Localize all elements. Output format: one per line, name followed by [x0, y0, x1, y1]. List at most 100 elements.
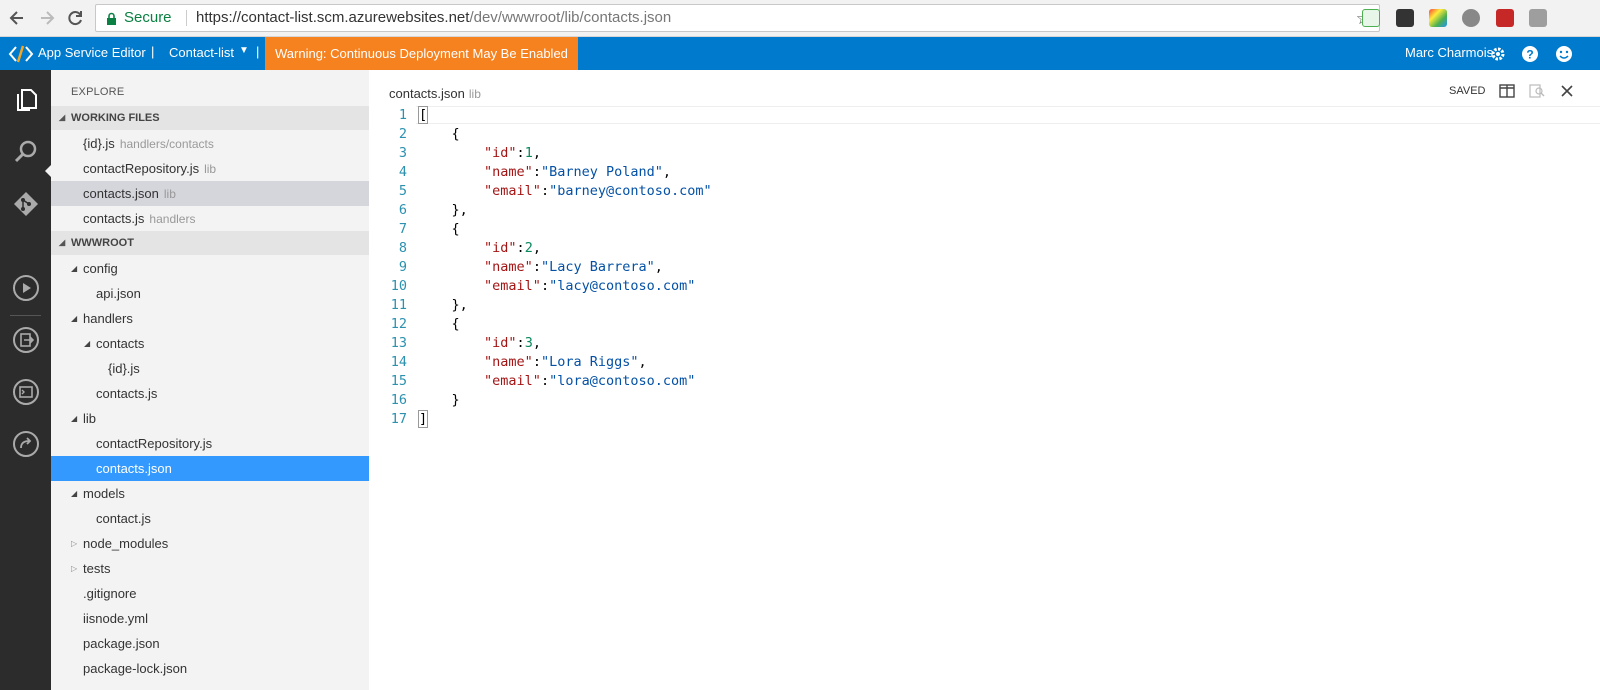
tree-folder-handlers[interactable]: ◢ handlers — [51, 306, 369, 331]
tree-file[interactable]: package.json — [51, 631, 369, 656]
activity-divider — [10, 315, 41, 316]
line-number: 8 — [398, 240, 407, 256]
tree-file[interactable]: {id}.js — [51, 356, 369, 381]
tree-file[interactable]: contacts.js — [51, 381, 369, 406]
feedback-smiley-icon[interactable] — [1555, 45, 1573, 63]
site-dropdown-chevron-icon[interactable]: ▼ — [239, 45, 249, 56]
line-number: 16 — [390, 392, 407, 408]
redirect-circle-icon — [12, 431, 39, 457]
lock-icon — [107, 12, 116, 25]
url-host: https://contact-list.scm.azurewebsites.n… — [196, 9, 470, 26]
code-line: { — [419, 221, 460, 237]
help-icon[interactable]: ? — [1521, 45, 1539, 63]
tree-file[interactable]: api.json — [51, 281, 369, 306]
triangle-down-icon: ◢ — [84, 339, 91, 348]
reload-button[interactable] — [64, 8, 86, 30]
tree-folder-tests[interactable]: ▷ tests — [51, 556, 369, 581]
explorer-sidebar: EXPLORE ◢ WORKING FILES {id}.js handlers/… — [51, 70, 369, 690]
log-stream-button[interactable] — [0, 318, 51, 362]
line-number: 2 — [398, 126, 407, 142]
working-file-item[interactable]: contactRepository.js lib — [51, 156, 369, 181]
media-extension-icon[interactable] — [1496, 9, 1514, 27]
gear-icon[interactable] — [1489, 45, 1507, 63]
working-files-header[interactable]: ◢ WORKING FILES — [51, 106, 369, 130]
tree-folder-node-modules[interactable]: ▷ node_modules — [51, 531, 369, 556]
app-name: App Service Editor — [38, 45, 146, 60]
user-name[interactable]: Marc Charmois — [1405, 45, 1493, 60]
deployment-warning-banner: Warning: Continuous Deployment May Be En… — [265, 37, 578, 70]
triangle-down-icon: ◢ — [59, 113, 66, 122]
editor-file-name: contacts.json — [389, 86, 465, 101]
console-circle-icon — [12, 379, 39, 405]
activity-bar — [0, 70, 52, 690]
triangle-down-icon: ◢ — [71, 489, 78, 498]
code-line: "name":"Lacy Barrera", — [484, 259, 663, 275]
open-kudu-button[interactable] — [0, 422, 51, 466]
open-changes-icon[interactable] — [1529, 83, 1545, 99]
line-number: 5 — [398, 183, 407, 199]
address-separator — [186, 10, 187, 26]
run-button[interactable] — [0, 266, 51, 310]
tree-file[interactable]: package-lock.json — [51, 656, 369, 681]
tree-folder-contacts[interactable]: ◢ contacts — [51, 331, 369, 356]
line-number: 14 — [390, 354, 407, 370]
address-bar[interactable]: Secure https://contact-list.scm.azureweb… — [95, 4, 1380, 32]
secure-label: Secure — [124, 9, 172, 26]
tree-file[interactable]: .gitignore — [51, 581, 369, 606]
explore-heading: EXPLORE — [71, 86, 125, 98]
url-text: https://contact-list.scm.azurewebsites.n… — [196, 5, 671, 31]
extension-1-icon[interactable] — [1362, 9, 1380, 27]
search-icon — [14, 140, 36, 163]
triangle-down-icon: ◢ — [71, 264, 78, 273]
code-line: "name":"Barney Poland", — [484, 164, 672, 180]
code-line: }, — [419, 297, 468, 313]
triangle-right-icon: ▷ — [71, 564, 78, 573]
line-number: 9 — [398, 259, 407, 275]
pinwheel-extension-icon[interactable] — [1429, 9, 1447, 27]
split-editor-icon[interactable] — [1499, 83, 1515, 99]
line-number: 3 — [398, 145, 407, 161]
site-selector[interactable]: Contact-list — [169, 45, 234, 60]
tree-file-selected[interactable]: contacts.json — [51, 456, 369, 481]
explorer-button[interactable] — [0, 78, 51, 122]
working-file-item[interactable]: {id}.js handlers/contacts — [51, 131, 369, 156]
tree-folder-models[interactable]: ◢ models — [51, 481, 369, 506]
tree-file[interactable]: contact.js — [51, 506, 369, 531]
git-button[interactable] — [0, 182, 51, 226]
working-file-item[interactable]: contacts.js handlers — [51, 206, 369, 231]
close-icon[interactable] — [1559, 83, 1575, 99]
search-button[interactable] — [0, 130, 51, 174]
film-extension-icon[interactable] — [1462, 9, 1480, 27]
arrow-left-icon — [9, 11, 23, 25]
line-number: 1 — [398, 107, 407, 123]
tree-folder-config[interactable]: ◢ config — [51, 256, 369, 281]
editor-file-dir: lib — [468, 87, 481, 101]
git-icon — [13, 192, 38, 216]
triangle-down-icon: ◢ — [59, 238, 66, 247]
tree-file[interactable]: contactRepository.js — [51, 431, 369, 456]
line-number: 15 — [390, 373, 407, 389]
editor-title: contacts.json lib — [389, 86, 481, 101]
export-circle-icon — [12, 327, 39, 353]
code-line: ] — [417, 410, 429, 428]
tree-file[interactable]: iisnode.yml — [51, 606, 369, 631]
back-button[interactable] — [6, 8, 28, 30]
code-line: } — [419, 392, 460, 408]
code-line: "email":"barney@contoso.com" — [484, 183, 712, 199]
console-button[interactable] — [0, 370, 51, 414]
line-number: 12 — [390, 316, 407, 332]
code-line: "id":3, — [484, 335, 541, 351]
extension-6-icon[interactable] — [1529, 9, 1547, 27]
download-extension-icon[interactable] — [1396, 9, 1414, 27]
triangle-down-icon: ◢ — [71, 414, 78, 423]
line-number: 17 — [390, 411, 407, 427]
code-line: "email":"lora@contoso.com" — [484, 373, 696, 389]
code-line: "email":"lacy@contoso.com" — [484, 278, 696, 294]
forward-button[interactable] — [36, 8, 58, 30]
wwwroot-header[interactable]: ◢ WWWROOT — [51, 231, 369, 255]
line-number: 11 — [390, 297, 407, 313]
header-divider: | — [151, 44, 155, 59]
working-file-item-active[interactable]: contacts.json lib — [51, 181, 369, 206]
tree-folder-lib[interactable]: ◢ lib — [51, 406, 369, 431]
line-number: 7 — [398, 221, 407, 237]
